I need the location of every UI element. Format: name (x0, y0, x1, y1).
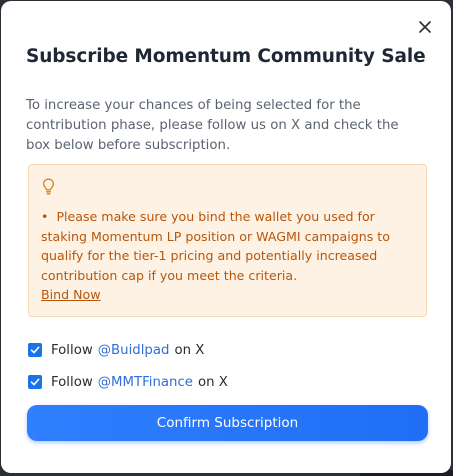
buidlpad-handle-link[interactable]: @Buidlpad (98, 343, 170, 358)
bullet: • (41, 209, 49, 224)
follow-label: Follow (51, 342, 93, 358)
follow-mmtfinance-row[interactable]: Follow @MMTFinance on X (28, 373, 228, 391)
lightbulb-icon (42, 178, 55, 195)
bind-now-link[interactable]: Bind Now (41, 285, 101, 305)
follow-buidlpad-checkbox[interactable] (28, 343, 42, 357)
confirm-subscription-button[interactable]: Confirm Subscription (27, 405, 428, 441)
follow-buidlpad-row[interactable]: Follow @Buidlpad on X (28, 341, 204, 359)
on-x-label: on X (197, 374, 228, 390)
notice-message: Please make sure you bind the wallet you… (41, 209, 390, 283)
modal-title: Subscribe Momentum Community Sale (26, 46, 426, 67)
checkmark-icon (30, 346, 40, 354)
follow-label: Follow (51, 374, 93, 390)
subscribe-modal: Subscribe Momentum Community Sale To inc… (1, 1, 451, 473)
checkmark-icon (30, 378, 40, 386)
mmtfinance-handle-link[interactable]: @MMTFinance (98, 375, 193, 390)
close-button[interactable] (415, 17, 435, 37)
follow-mmtfinance-checkbox[interactable] (28, 375, 42, 389)
notice-text: • Please make sure you bind the wallet yo… (41, 207, 406, 305)
on-x-label: on X (174, 342, 205, 358)
intro-text: To increase your chances of being select… (26, 98, 399, 153)
close-icon (419, 21, 431, 33)
notice-box: • Please make sure you bind the wallet yo… (28, 164, 427, 317)
